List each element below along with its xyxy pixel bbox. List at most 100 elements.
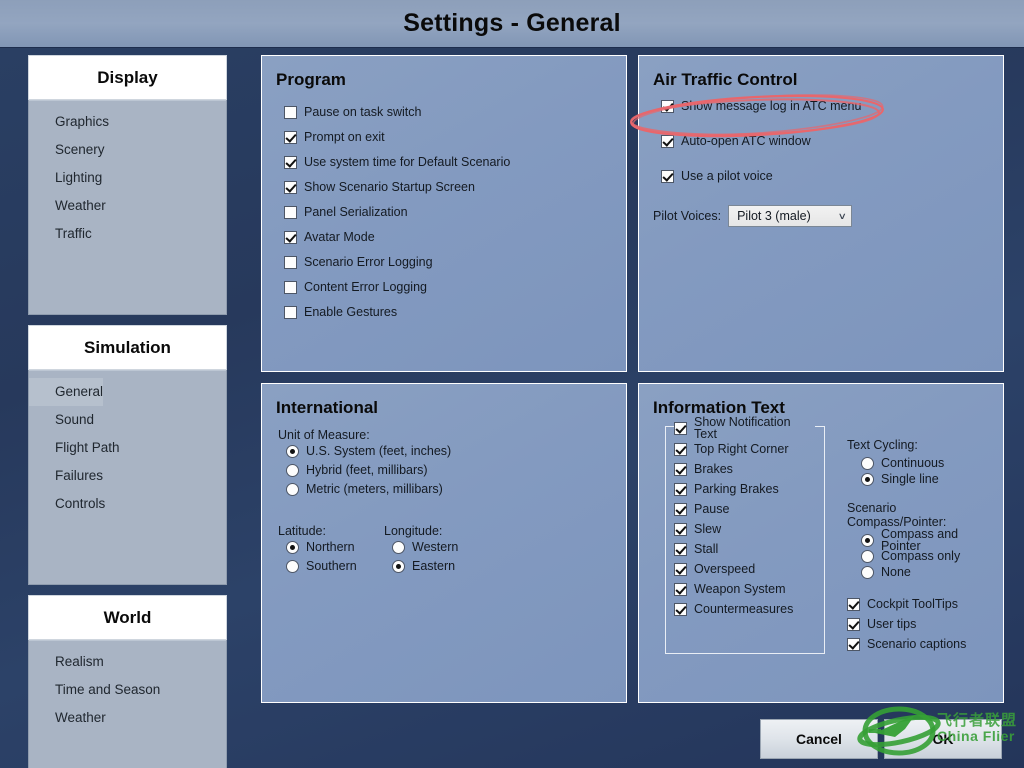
radio-icon[interactable]: [286, 560, 299, 573]
checkbox-avatar-mode[interactable]: Avatar Mode: [284, 225, 626, 250]
checkbox-icon[interactable]: [674, 421, 687, 435]
checkbox-icon[interactable]: [847, 597, 860, 611]
checkbox-icon[interactable]: [284, 131, 297, 144]
checkbox-icon[interactable]: [674, 602, 687, 616]
checkbox-slew[interactable]: Slew: [674, 519, 816, 539]
ok-button[interactable]: OK: [884, 719, 1002, 759]
checkbox-stall[interactable]: Stall: [674, 539, 816, 559]
checkbox-use-a-pilot-voice[interactable]: Use a pilot voice: [661, 170, 1003, 183]
radio-icon[interactable]: [286, 445, 299, 458]
checkbox-cockpit-tooltips[interactable]: Cockpit ToolTips: [847, 594, 997, 614]
latitude-label: Latitude:: [278, 524, 326, 538]
radio-southern[interactable]: Southern: [286, 557, 384, 576]
radio-icon[interactable]: [861, 456, 874, 470]
sidebar-item-traffic[interactable]: Traffic: [29, 220, 226, 248]
radio-icon[interactable]: [861, 533, 874, 547]
checkbox-top-right-corner[interactable]: Top Right Corner: [674, 439, 816, 459]
sidebar-item-time-and-season[interactable]: Time and Season: [29, 676, 226, 704]
radio-northern[interactable]: Northern: [286, 538, 384, 557]
sidebar-item-weather[interactable]: Weather: [29, 704, 226, 732]
checkbox-scenario-captions[interactable]: Scenario captions: [847, 634, 997, 654]
radio-hybrid-feet-millibars[interactable]: Hybrid (feet, millibars): [286, 461, 626, 480]
sidebar-header-display[interactable]: Display: [28, 55, 227, 100]
checkbox-use-system-time-for-default-scenario[interactable]: Use system time for Default Scenario: [284, 150, 626, 175]
radio-icon[interactable]: [861, 472, 874, 486]
checkbox-icon[interactable]: [284, 231, 297, 244]
checkbox-prompt-on-exit[interactable]: Prompt on exit: [284, 125, 626, 150]
radio-icon[interactable]: [392, 541, 405, 554]
radio-icon[interactable]: [861, 549, 874, 563]
checkbox-user-tips[interactable]: User tips: [847, 614, 997, 634]
international-body: Unit of Measure: U.S. System (feet, inch…: [278, 428, 626, 576]
checkbox-countermeasures[interactable]: Countermeasures: [674, 599, 816, 619]
sidebar-filler: [29, 760, 226, 768]
radio-continuous[interactable]: Continuous: [861, 455, 997, 471]
checkbox-auto-open-atc-window[interactable]: Auto-open ATC window: [661, 135, 1003, 148]
information-text-panel: Information Text Show Notification Text …: [638, 383, 1004, 703]
sidebar-item-lighting[interactable]: Lighting: [29, 164, 226, 192]
sidebar-item-flight-path[interactable]: Flight Path: [29, 434, 226, 462]
checkbox-icon[interactable]: [284, 106, 297, 119]
sidebar-item-weather[interactable]: Weather: [29, 192, 226, 220]
cancel-button[interactable]: Cancel: [760, 719, 878, 759]
checkbox-show-message-log-in-atc-menu[interactable]: Show message log in ATC menu: [661, 100, 1003, 113]
checkbox-overspeed[interactable]: Overspeed: [674, 559, 816, 579]
radio-icon[interactable]: [861, 565, 874, 579]
radio-none[interactable]: None: [861, 564, 997, 580]
checkbox-icon[interactable]: [284, 281, 297, 294]
checkbox-icon[interactable]: [661, 100, 674, 113]
sidebar-item-realism[interactable]: Realism: [29, 648, 226, 676]
sidebar-item-failures[interactable]: Failures: [29, 462, 226, 490]
checkbox-content-error-logging[interactable]: Content Error Logging: [284, 275, 626, 300]
checkbox-icon[interactable]: [674, 482, 687, 496]
radio-western[interactable]: Western: [392, 538, 490, 557]
checkbox-icon[interactable]: [847, 637, 860, 651]
radio-single-line[interactable]: Single line: [861, 471, 997, 487]
sidebar-item-scenery[interactable]: Scenery: [29, 136, 226, 164]
pilot-voices-select[interactable]: Pilot 3 (male) ∨: [728, 205, 853, 227]
checkbox-icon[interactable]: [661, 135, 674, 148]
checkbox-icon[interactable]: [284, 206, 297, 219]
radio-compass-and-pointer[interactable]: Compass and Pointer: [861, 527, 997, 552]
pilot-voices-label: Pilot Voices:: [653, 209, 722, 223]
checkbox-show-notification-text[interactable]: Show Notification Text: [674, 415, 816, 440]
checkbox-icon[interactable]: [284, 256, 297, 269]
radio-eastern[interactable]: Eastern: [392, 557, 490, 576]
checkbox-brakes[interactable]: Brakes: [674, 459, 816, 479]
checkbox-icon[interactable]: [284, 306, 297, 319]
sidebar-item-sound[interactable]: Sound: [29, 406, 226, 434]
checkbox-icon[interactable]: [674, 542, 687, 556]
sidebar-item-general[interactable]: General: [29, 378, 103, 406]
sidebar-header-simulation[interactable]: Simulation: [28, 325, 227, 370]
sidebar-item-controls[interactable]: Controls: [29, 490, 226, 518]
checkbox-icon[interactable]: [284, 156, 297, 169]
checkbox-icon[interactable]: [674, 562, 687, 576]
checkbox-icon[interactable]: [674, 582, 687, 596]
checkbox-panel-serialization[interactable]: Panel Serialization: [284, 200, 626, 225]
radio-icon[interactable]: [286, 464, 299, 477]
checkbox-icon[interactable]: [674, 522, 687, 536]
checkbox-scenario-error-logging[interactable]: Scenario Error Logging: [284, 250, 626, 275]
sidebar-item-graphics[interactable]: Graphics: [29, 108, 226, 136]
checkbox-pause-on-task-switch[interactable]: Pause on task switch: [284, 100, 626, 125]
checkbox-enable-gestures[interactable]: Enable Gestures: [284, 300, 626, 325]
radio-label: Southern: [306, 559, 357, 574]
sidebar-header-world[interactable]: World: [28, 595, 227, 640]
checkbox-icon[interactable]: [674, 502, 687, 516]
checkbox-icon[interactable]: [674, 442, 687, 456]
radio-icon[interactable]: [286, 541, 299, 554]
checkbox-parking-brakes[interactable]: Parking Brakes: [674, 479, 816, 499]
radio-metric-meters-millibars[interactable]: Metric (meters, millibars): [286, 480, 626, 499]
checkbox-weapon-system[interactable]: Weapon System: [674, 579, 816, 599]
radio-u-s-system-feet-inches[interactable]: U.S. System (feet, inches): [286, 442, 626, 461]
radio-icon[interactable]: [286, 483, 299, 496]
checkbox-icon[interactable]: [284, 181, 297, 194]
checkbox-icon[interactable]: [674, 462, 687, 476]
radio-icon[interactable]: [392, 560, 405, 573]
checkbox-icon[interactable]: [661, 170, 674, 183]
checkbox-label: Use a pilot voice: [681, 169, 773, 184]
checkbox-show-scenario-startup-screen[interactable]: Show Scenario Startup Screen: [284, 175, 626, 200]
checkbox-pause[interactable]: Pause: [674, 499, 816, 519]
sidebar-list-simulation: General Sound Flight Path Failures Controls: [28, 370, 227, 585]
checkbox-icon[interactable]: [847, 617, 860, 631]
